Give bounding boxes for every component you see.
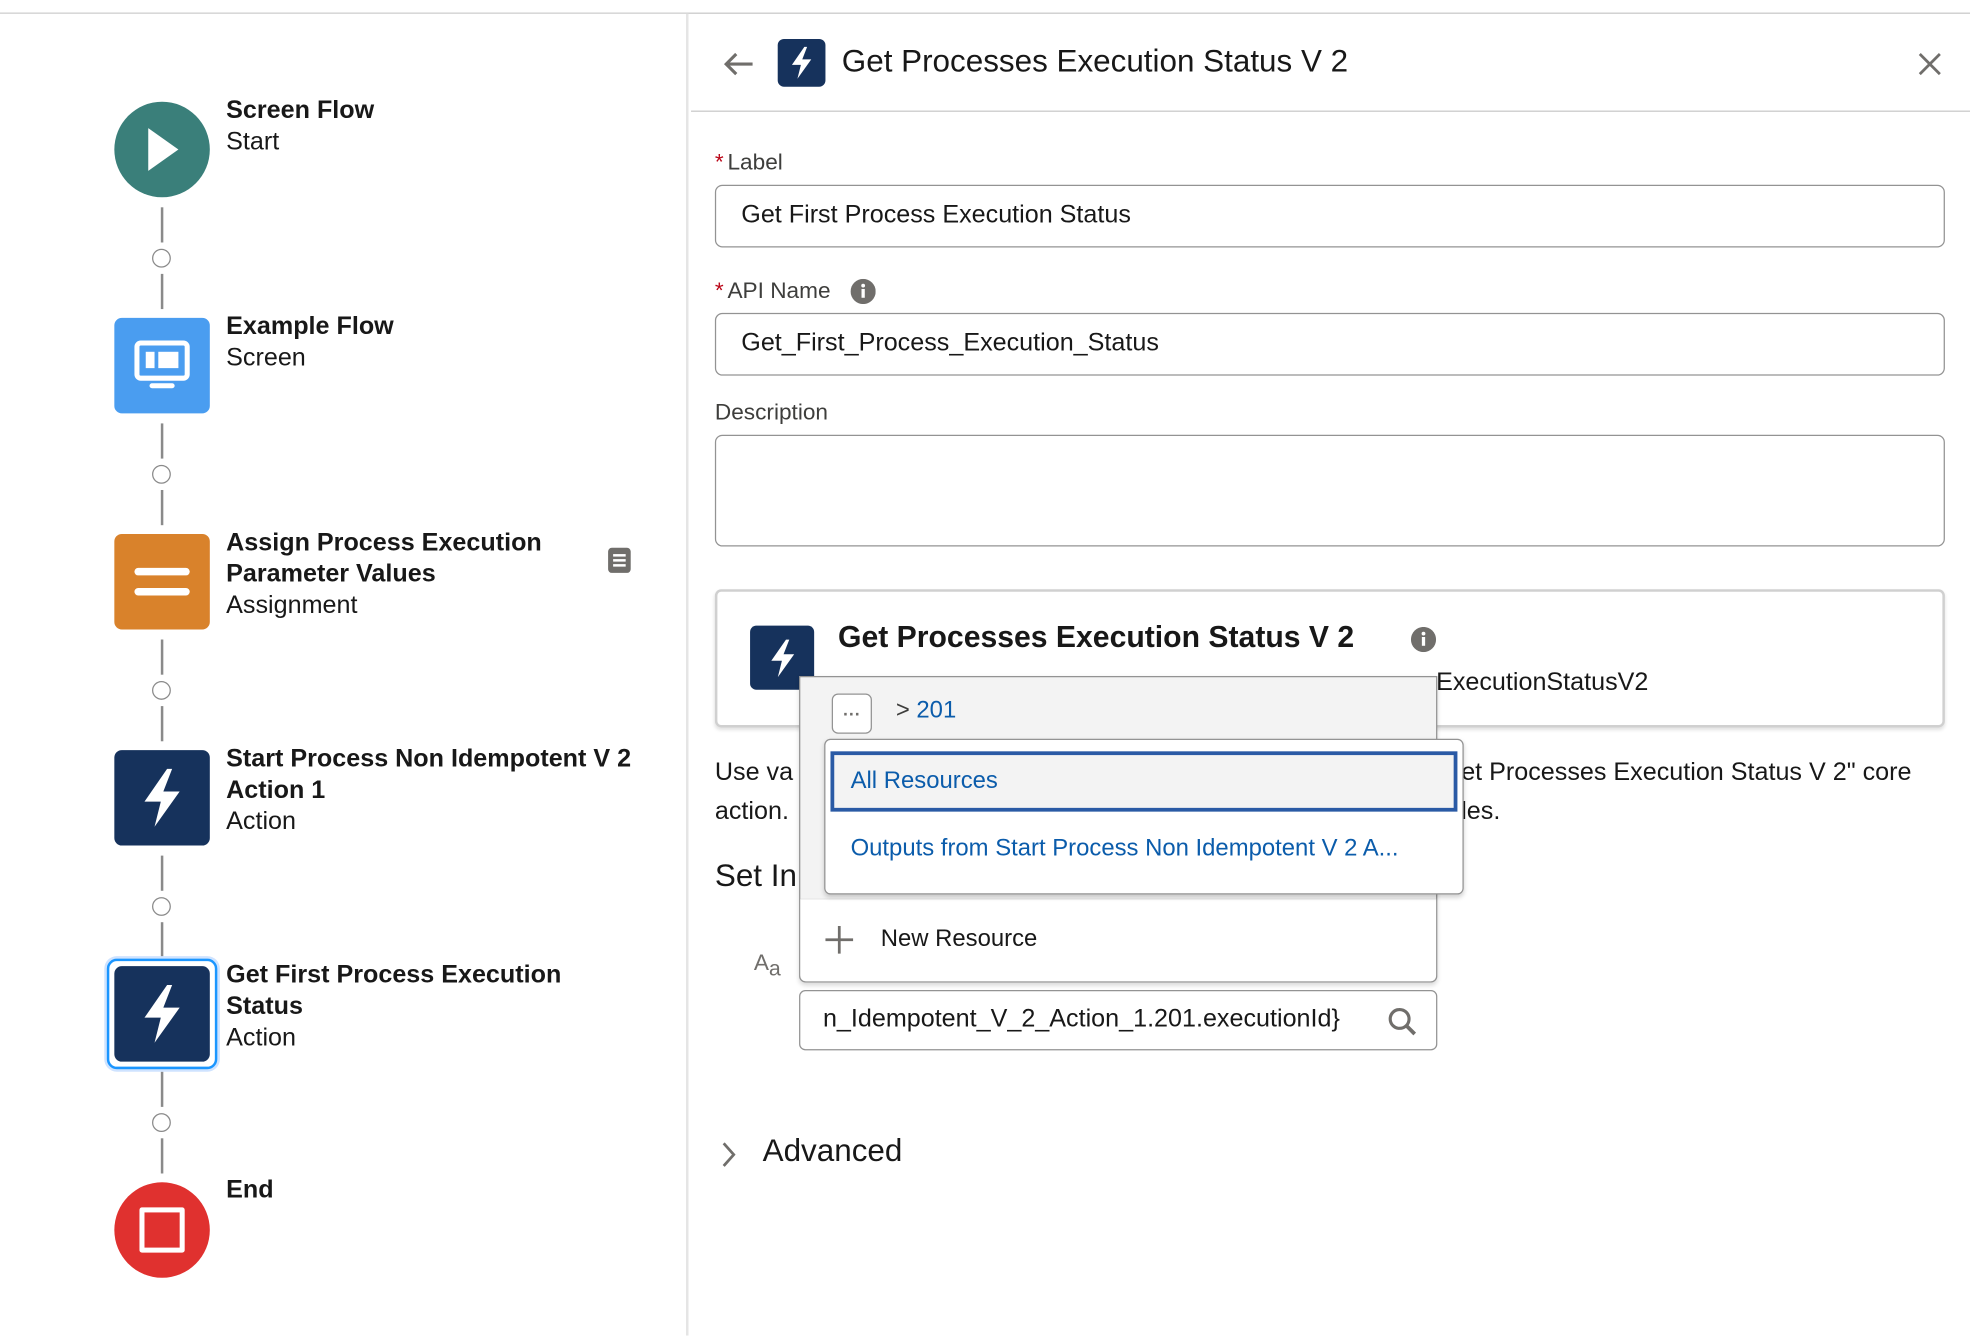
connector bbox=[160, 207, 164, 243]
more-breadcrumb-button[interactable]: ··· bbox=[831, 693, 872, 734]
connector bbox=[160, 423, 164, 459]
screen-icon bbox=[134, 340, 190, 389]
new-resource-label[interactable]: New Resource bbox=[881, 926, 1038, 954]
breadcrumb-item[interactable]: 201 bbox=[916, 697, 956, 723]
menu-item-outputs[interactable]: Outputs from Start Process Non Idempoten… bbox=[851, 836, 1399, 864]
close-icon[interactable] bbox=[1917, 52, 1942, 77]
action-type-icon bbox=[777, 38, 826, 87]
connector bbox=[160, 639, 164, 675]
stop-icon bbox=[139, 1207, 185, 1253]
header-divider bbox=[691, 110, 1970, 112]
resource-input[interactable]: n_Idempotent_V_2_Action_1.201.executionI… bbox=[799, 990, 1438, 1051]
action-card-title: Get Processes Execution Status V 2 bbox=[838, 620, 1355, 655]
help-text: les. bbox=[1461, 797, 1501, 826]
resource-input-value: n_Idempotent_V_2_Action_1.201.executionI… bbox=[822, 1005, 1340, 1033]
help-text: et Processes Execution Status V 2" core bbox=[1461, 758, 1912, 787]
set-inputs-heading: Set In bbox=[714, 858, 797, 894]
screen-node[interactable] bbox=[114, 317, 210, 414]
add-element-dot[interactable] bbox=[152, 1113, 171, 1133]
info-icon[interactable] bbox=[1410, 626, 1437, 653]
info-icon[interactable] bbox=[850, 278, 876, 304]
node-label: Screen Flow Start bbox=[226, 96, 375, 156]
description-icon[interactable] bbox=[607, 547, 632, 575]
connector bbox=[160, 1071, 164, 1107]
lightning-icon bbox=[791, 46, 812, 79]
plus-icon bbox=[825, 925, 854, 954]
panel-title: Get Processes Execution Status V 2 bbox=[841, 43, 1349, 80]
connector bbox=[160, 855, 164, 891]
search-icon[interactable] bbox=[1387, 1006, 1417, 1036]
breadcrumb: > 201 bbox=[895, 697, 957, 724]
api-name-input[interactable]: Get_First_Process_Execution_Status bbox=[714, 312, 1945, 376]
lightning-icon bbox=[144, 768, 180, 827]
advanced-section-toggle[interactable]: Advanced bbox=[763, 1133, 903, 1169]
add-element-dot[interactable] bbox=[152, 680, 171, 700]
connector bbox=[160, 273, 164, 310]
add-element-dot[interactable] bbox=[152, 464, 171, 484]
connector bbox=[160, 489, 164, 526]
menu-item-all-resources[interactable]: All Resources bbox=[830, 751, 1458, 812]
flow-canvas bbox=[0, 13, 689, 1336]
action-api-name: ExecutionStatusV2 bbox=[1436, 668, 1649, 697]
label-input[interactable]: Get First Process Execution Status bbox=[714, 184, 1945, 248]
description-label: Description bbox=[714, 399, 829, 425]
api-name-field-label: * API Name bbox=[715, 278, 876, 304]
lightning-icon bbox=[144, 985, 180, 1043]
connector bbox=[160, 922, 164, 958]
connector bbox=[160, 1138, 164, 1174]
ellipsis-icon: ··· bbox=[843, 703, 861, 724]
connector bbox=[160, 706, 164, 742]
play-icon bbox=[148, 128, 179, 171]
back-arrow-icon[interactable] bbox=[722, 50, 755, 78]
assignment-icon bbox=[134, 567, 190, 596]
action-node-selected[interactable] bbox=[114, 966, 210, 1062]
description-textarea[interactable] bbox=[714, 434, 1945, 547]
help-text: action. bbox=[714, 797, 789, 826]
node-label: Example Flow Screen bbox=[226, 312, 394, 372]
chevron-right-icon[interactable] bbox=[720, 1141, 738, 1169]
label-field-label: * Label bbox=[714, 149, 783, 175]
add-element-dot[interactable] bbox=[152, 897, 171, 916]
node-label: Start Process Non Idempotent V 2 Action … bbox=[226, 745, 632, 836]
action-node[interactable] bbox=[114, 750, 210, 846]
assignment-node[interactable] bbox=[114, 533, 210, 630]
add-element-dot[interactable] bbox=[152, 248, 171, 268]
start-node[interactable] bbox=[114, 101, 210, 198]
text-type-icon: Aa bbox=[753, 949, 781, 981]
node-label: End bbox=[226, 1175, 274, 1204]
end-node[interactable] bbox=[114, 1182, 210, 1278]
help-text: Use va bbox=[714, 758, 794, 787]
node-label: Assign Process Execution Parameter Value… bbox=[226, 528, 542, 620]
node-label: Get First Process Execution Status Action bbox=[226, 961, 562, 1052]
lightning-icon bbox=[770, 638, 794, 677]
